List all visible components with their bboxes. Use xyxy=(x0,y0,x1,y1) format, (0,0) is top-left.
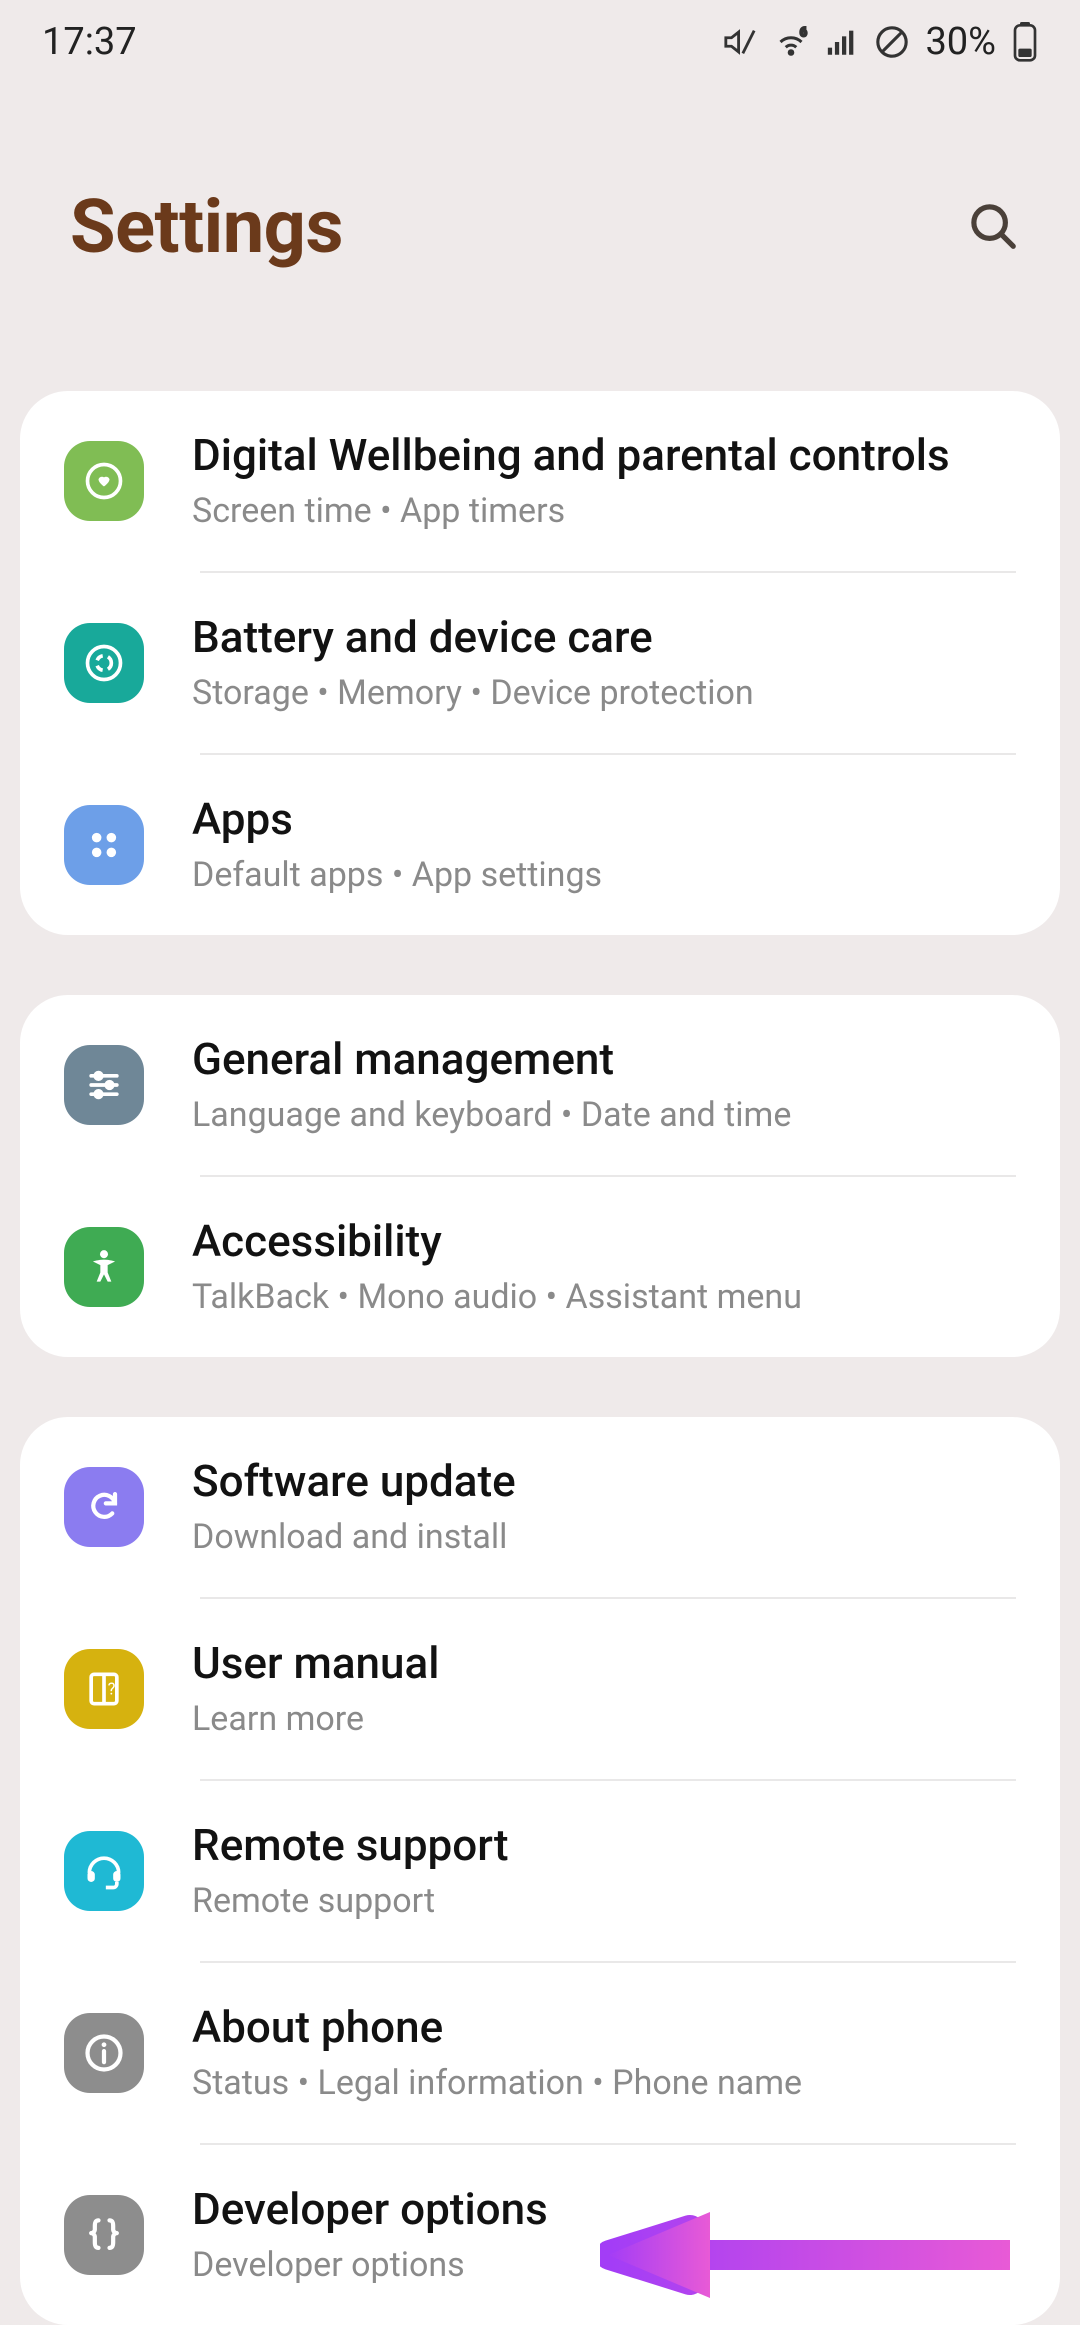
search-icon xyxy=(966,199,1020,257)
row-subtitle: Remote support xyxy=(192,1879,1016,1923)
row-title: Software update xyxy=(192,1454,1016,1509)
settings-row-apps[interactable]: Apps Default apps • App settings xyxy=(20,755,1060,935)
settings-row-battery-device-care[interactable]: Battery and device care Storage • Memory… xyxy=(20,573,1060,753)
headset-icon xyxy=(64,1831,144,1911)
row-subtitle: Screen time • App timers xyxy=(192,489,1016,533)
battery-icon xyxy=(1012,22,1038,62)
wifi-icon: 6 xyxy=(773,24,809,60)
row-title: Remote support xyxy=(192,1818,1016,1873)
status-time: 17:37 xyxy=(42,20,137,64)
row-subtitle: Learn more xyxy=(192,1697,1016,1741)
row-subtitle: Default apps • App settings xyxy=(192,853,1016,897)
row-subtitle: Storage • Memory • Device protection xyxy=(192,671,1016,715)
svg-text:?: ? xyxy=(108,1681,116,1700)
row-title: Accessibility xyxy=(192,1214,1016,1269)
apps-icon xyxy=(64,805,144,885)
row-title: User manual xyxy=(192,1636,1016,1691)
no-sim-icon xyxy=(875,25,909,59)
update-icon xyxy=(64,1467,144,1547)
status-bar: 17:37 6 30% xyxy=(0,0,1080,84)
row-title: Digital Wellbeing and parental controls xyxy=(192,428,1016,483)
settings-row-accessibility[interactable]: Accessibility TalkBack • Mono audio • As… xyxy=(20,1177,1060,1357)
braces-icon xyxy=(64,2195,144,2275)
row-subtitle: Language and keyboard • Date and time xyxy=(192,1093,1016,1137)
page-title: Settings xyxy=(70,184,343,271)
search-button[interactable] xyxy=(960,195,1026,261)
status-indicators: 6 30% xyxy=(723,20,1038,64)
settings-row-remote-support[interactable]: Remote support Remote support xyxy=(20,1781,1060,1961)
row-subtitle: Developer options xyxy=(192,2243,1016,2287)
row-subtitle: Download and install xyxy=(192,1515,1016,1559)
info-icon xyxy=(64,2013,144,2093)
settings-group: Software update Download and install ? U… xyxy=(20,1417,1060,2325)
settings-row-general-management[interactable]: General management Language and keyboard… xyxy=(20,995,1060,1175)
manual-icon: ? xyxy=(64,1649,144,1729)
accessibility-icon xyxy=(64,1227,144,1307)
signal-icon xyxy=(825,25,859,59)
row-subtitle: Status • Legal information • Phone name xyxy=(192,2061,1016,2105)
row-subtitle: TalkBack • Mono audio • Assistant menu xyxy=(192,1275,1016,1319)
row-title: Apps xyxy=(192,792,1016,847)
settings-row-digital-wellbeing[interactable]: Digital Wellbeing and parental controls … xyxy=(20,391,1060,571)
mute-vibrate-icon xyxy=(723,25,757,59)
settings-group: Digital Wellbeing and parental controls … xyxy=(20,391,1060,935)
row-title: About phone xyxy=(192,2000,1016,2055)
sliders-icon xyxy=(64,1045,144,1125)
battery-text: 30% xyxy=(925,20,996,64)
svg-text:6: 6 xyxy=(800,25,807,39)
settings-row-user-manual[interactable]: ? User manual Learn more xyxy=(20,1599,1060,1779)
row-title: Developer options xyxy=(192,2182,1016,2237)
row-title: Battery and device care xyxy=(192,610,1016,665)
settings-group: General management Language and keyboard… xyxy=(20,995,1060,1357)
settings-row-about-phone[interactable]: About phone Status • Legal information •… xyxy=(20,1963,1060,2143)
device-care-icon xyxy=(64,623,144,703)
row-title: General management xyxy=(192,1032,1016,1087)
settings-row-developer-options[interactable]: Developer options Developer options xyxy=(20,2145,1060,2325)
heart-circle-icon xyxy=(64,441,144,521)
settings-row-software-update[interactable]: Software update Download and install xyxy=(20,1417,1060,1597)
page-header: Settings xyxy=(0,84,1080,391)
